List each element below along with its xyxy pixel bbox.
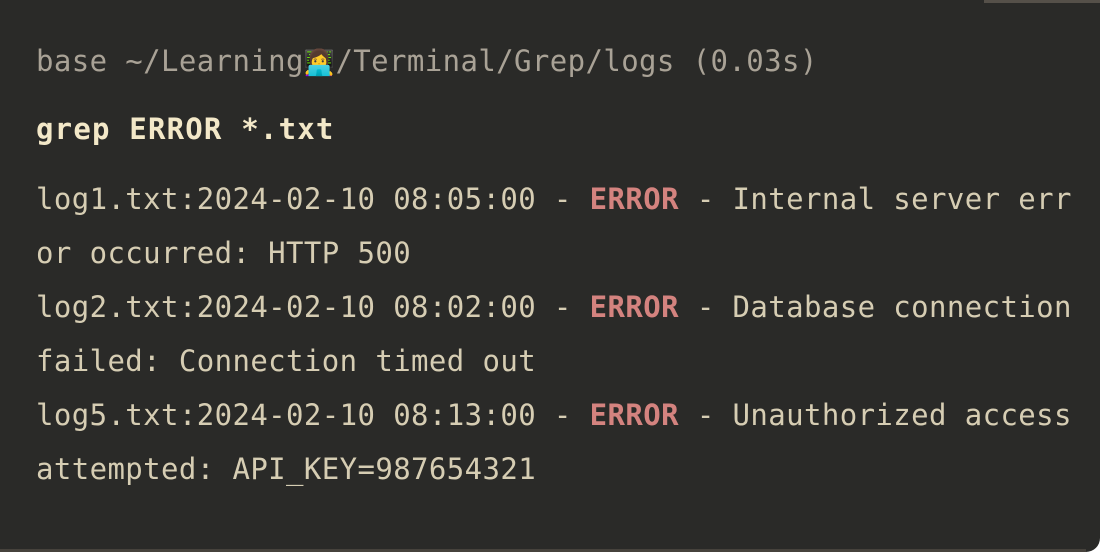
command-line[interactable]: grep ERROR *.txt [36, 102, 1076, 156]
match-highlight: ERROR [589, 290, 679, 324]
woman-technologist-emoji: 👩‍💻 [303, 48, 336, 77]
command-duration: (0.03s) [692, 44, 818, 78]
terminal-window[interactable]: base ~/Learning👩‍💻/Terminal/Grep/logs (0… [0, 0, 1100, 552]
prompt-spacer [675, 44, 693, 78]
result-prefix: log2.txt:2024-02-10 08:02:00 - [36, 290, 590, 324]
grep-result-line: log5.txt:2024-02-10 08:13:00 - ERROR - U… [36, 388, 1076, 496]
match-highlight: ERROR [589, 182, 679, 216]
match-highlight: ERROR [589, 398, 679, 432]
prompt-path-suffix: /Terminal/Grep/logs [335, 44, 675, 78]
result-prefix: log5.txt:2024-02-10 08:13:00 - [36, 398, 590, 432]
grep-result-line: log1.txt:2024-02-10 08:05:00 - ERROR - I… [36, 172, 1076, 280]
prompt-path-prefix: base ~/Learning [36, 44, 304, 78]
result-prefix: log1.txt:2024-02-10 08:05:00 - [36, 182, 590, 216]
prompt-line: base ~/Learning👩‍💻/Terminal/Grep/logs (0… [36, 34, 1076, 90]
grep-result-line: log2.txt:2024-02-10 08:02:00 - ERROR - D… [36, 280, 1076, 388]
